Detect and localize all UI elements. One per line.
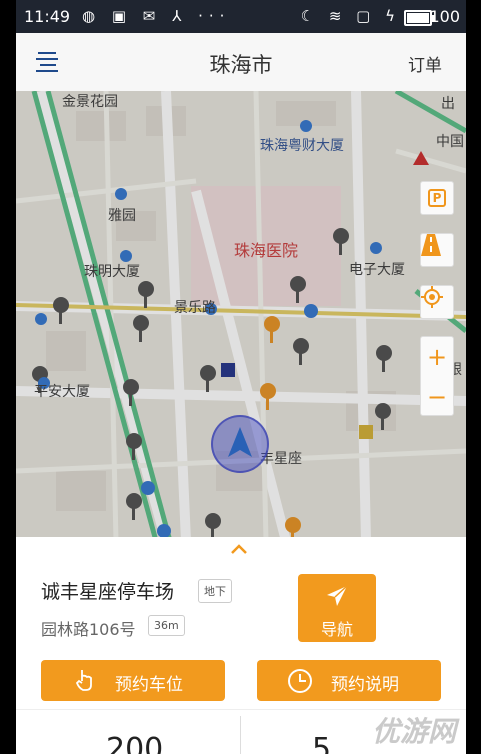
map-canvas xyxy=(16,91,466,541)
chevron-up-icon[interactable] xyxy=(230,543,248,555)
zoom-control: + − xyxy=(420,336,454,416)
map-label: 景乐路 xyxy=(174,300,216,316)
divider xyxy=(240,716,241,754)
orders-button[interactable]: 订单 xyxy=(408,51,442,76)
parking-icon: P xyxy=(427,189,447,207)
map-label: 平安大厦 xyxy=(34,384,90,400)
send-icon xyxy=(327,585,348,606)
parking-layer-button[interactable]: P xyxy=(420,181,454,215)
parking-name: 诚丰星座停车场 xyxy=(41,581,175,603)
price-value: 200 xyxy=(106,732,164,754)
hand-tap-icon xyxy=(75,670,92,691)
status-bar: 11:49 ◍ ▣ ✉ ⅄ ··· ☾ ≋ ▢ ϟ 100 xyxy=(16,0,466,33)
current-location-marker xyxy=(211,415,269,473)
zoom-out-button[interactable]: − xyxy=(421,377,453,417)
watermark-logo: 优游网 xyxy=(371,715,456,748)
map-label: 电子大厦 xyxy=(349,262,405,278)
notification-icons: ◍ ▣ ✉ ⅄ ··· xyxy=(82,7,231,25)
road-icon xyxy=(421,234,441,256)
phone-screen: 11:49 ◍ ▣ ✉ ⅄ ··· ☾ ≋ ▢ ϟ 100 珠海市 订单 金景花… xyxy=(16,0,466,754)
zoom-in-button[interactable]: + xyxy=(421,337,453,377)
reserve-info-label: 预约说明 xyxy=(331,675,399,695)
map-label: 雅园 xyxy=(108,208,136,224)
reserve-spot-label: 预约车位 xyxy=(115,675,183,695)
battery-icon xyxy=(404,10,435,26)
map-view[interactable]: 金景花园 珠海粤财大厦 雅园 珠海医院 珠明大厦 电子大厦 景乐路 平安大厦 丰… xyxy=(16,91,466,541)
page-title: 珠海市 xyxy=(209,53,273,77)
navigate-label: 导航 xyxy=(320,620,353,639)
crosshair-icon xyxy=(421,286,443,308)
map-label: 珠明大厦 xyxy=(84,264,140,280)
reserve-info-button[interactable]: 预约说明 xyxy=(257,660,441,701)
system-icons: ☾ ≋ ▢ ϟ xyxy=(300,7,400,25)
map-label: 中国 xyxy=(436,134,464,150)
parking-address: 园林路106号 xyxy=(41,620,136,639)
locate-button[interactable] xyxy=(420,285,454,319)
map-label: 珠海粤财大厦 xyxy=(260,138,344,154)
parking-type-tag: 地下 xyxy=(198,579,232,603)
battery-level: 100 xyxy=(429,7,460,26)
clock-icon xyxy=(288,669,312,693)
reserve-spot-button[interactable]: 预约车位 xyxy=(41,660,225,701)
map-label: 珠海医院 xyxy=(234,241,299,260)
title-bar: 珠海市 订单 xyxy=(16,33,466,92)
spots-value: 5 xyxy=(312,732,332,754)
traffic-layer-button[interactable] xyxy=(420,233,454,267)
parking-detail-sheet: 诚丰星座停车场 地下 园林路106号 36m 导航 预约车位 预约说明 200 … xyxy=(16,537,466,754)
map-label: 出 xyxy=(441,96,455,112)
map-label: 金景花园 xyxy=(62,94,118,110)
navigate-button[interactable]: 导航 xyxy=(298,574,376,642)
status-time: 11:49 xyxy=(24,7,71,26)
distance-tag: 36m xyxy=(148,615,185,636)
